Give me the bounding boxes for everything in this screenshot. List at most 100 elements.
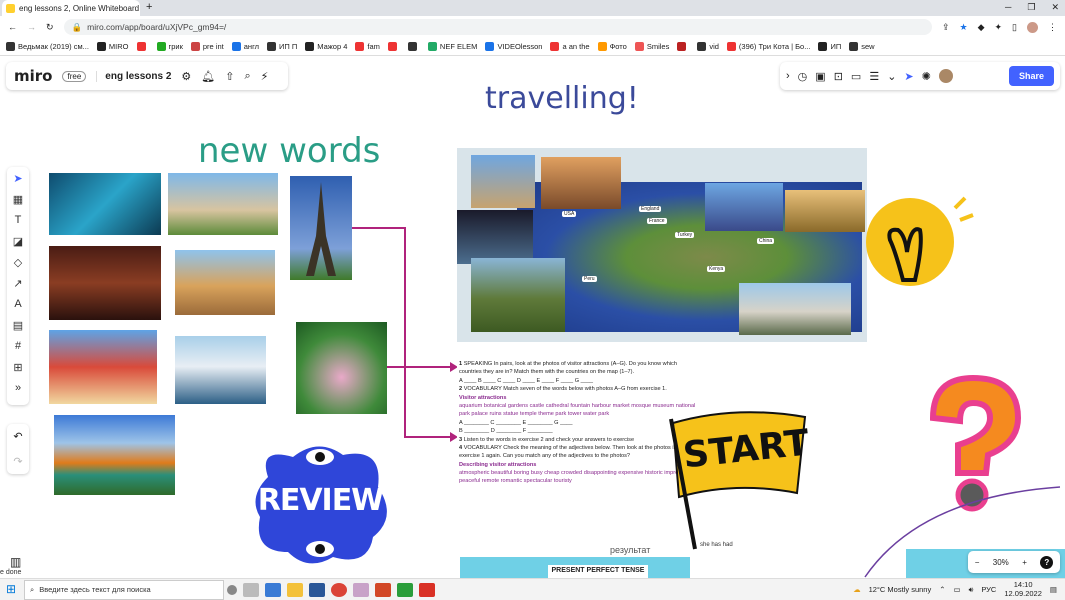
grammar-card[interactable]: PRESENT PERFECT TENSE: [460, 557, 690, 578]
bookmark-item[interactable]: MIRO: [96, 42, 129, 51]
start-flag-sticker[interactable]: START: [665, 409, 815, 554]
bookmark-item[interactable]: Фото: [597, 42, 627, 51]
comment-icon[interactable]: ▭: [851, 70, 861, 83]
notes-icon[interactable]: ☰: [869, 70, 879, 83]
bookmark-item[interactable]: ИП П: [267, 42, 297, 51]
bookmark-item[interactable]: грик: [156, 42, 183, 51]
url-field[interactable]: 🔒 miro.com/app/board/uXjVPc_gm94=/: [63, 19, 932, 35]
extension-icon[interactable]: ◆: [978, 22, 985, 33]
castle-photo[interactable]: [49, 330, 157, 404]
taskbar-search-box[interactable]: ⌕ Введите здесь текст для поиска: [24, 579, 224, 600]
puzzle-icon[interactable]: ✦: [995, 22, 1003, 33]
bookmark-item[interactable]: Smiles: [634, 42, 669, 51]
reload-icon[interactable]: ↻: [46, 22, 54, 33]
maximize-icon[interactable]: ❐: [1027, 2, 1035, 13]
bookmark-item[interactable]: [136, 42, 149, 51]
paint-icon[interactable]: [353, 582, 369, 597]
windows-start-icon[interactable]: ⊞: [6, 582, 16, 596]
star-icon[interactable]: ★: [960, 22, 968, 33]
share-page-icon[interactable]: ⇪: [942, 22, 950, 33]
present-icon[interactable]: ▣: [815, 70, 825, 83]
word-icon[interactable]: [309, 582, 325, 597]
worksheet[interactable]: 1 SPEAKING In pairs, look at the photos …: [457, 360, 697, 508]
miro-board-canvas[interactable]: miro free eng lessons 2 ⚙ 🔔︎ ⇧ ⌕ ⚡︎ › ◷ …: [0, 57, 1065, 578]
select-cursor-icon[interactable]: ➤: [11, 171, 25, 185]
temple-photo[interactable]: [175, 250, 275, 315]
settings-icon[interactable]: ⚙: [181, 70, 191, 83]
help-button[interactable]: ?: [1040, 555, 1054, 569]
bookmark-item[interactable]: [407, 42, 420, 51]
aquarium-photo[interactable]: [49, 173, 161, 235]
bookmark-item[interactable]: англ: [231, 42, 259, 51]
board-name[interactable]: eng lessons 2: [96, 70, 171, 82]
theme-park-photo[interactable]: [168, 173, 278, 235]
forward-icon[interactable]: →: [27, 22, 36, 32]
comment-tool-icon[interactable]: ▤: [11, 318, 25, 332]
network-icon[interactable]: ▭: [954, 585, 961, 594]
plan-badge[interactable]: free: [62, 70, 87, 82]
celebrate-icon[interactable]: ✺: [922, 70, 931, 83]
upload-tool-icon[interactable]: ⊞: [11, 360, 25, 374]
clock[interactable]: 14:10 12.09.2022: [1004, 580, 1042, 598]
bell-icon[interactable]: 🔔︎: [201, 70, 215, 83]
export-icon[interactable]: ⊡: [834, 70, 843, 83]
zoom-level[interactable]: 30%: [993, 558, 1009, 567]
menu-icon[interactable]: ⋮: [1048, 22, 1057, 33]
text-tool-icon[interactable]: T: [11, 213, 25, 227]
profile-avatar[interactable]: [1027, 21, 1038, 33]
volume-icon[interactable]: 🔊︎: [969, 585, 974, 595]
review-sticker[interactable]: REVIEW: [248, 437, 393, 569]
weather-text[interactable]: 12°C Mostly sunny: [869, 585, 932, 594]
bookmark-item[interactable]: [387, 42, 400, 51]
bookmark-item[interactable]: vid: [697, 42, 719, 51]
back-icon[interactable]: ←: [8, 22, 17, 32]
tab-active[interactable]: eng lessons 2, Online Whiteboard ✕: [2, 0, 140, 16]
zoom-out-button[interactable]: −: [975, 558, 980, 567]
redo-icon[interactable]: ↷: [13, 455, 22, 468]
zoom-in-button[interactable]: +: [1022, 558, 1027, 567]
miro-logo[interactable]: miro: [14, 67, 52, 85]
bookmark-item[interactable]: NEF ELEM: [427, 42, 477, 51]
minimize-icon[interactable]: ─: [1005, 2, 1011, 13]
board-panel-icon[interactable]: ▥: [10, 555, 21, 569]
new-tab-button[interactable]: +: [146, 1, 152, 13]
lightbulb-sticker[interactable]: [865, 190, 975, 290]
timer-icon[interactable]: ◷: [798, 70, 808, 83]
store-icon[interactable]: [265, 582, 281, 597]
connector-icon[interactable]: ↗: [11, 276, 25, 290]
lightning-icon[interactable]: ⚡︎: [261, 70, 269, 83]
frame-icon[interactable]: #: [11, 339, 25, 353]
close-window-icon[interactable]: ✕: [1051, 2, 1059, 13]
powerpoint-icon[interactable]: [375, 582, 391, 597]
sticky-note-icon[interactable]: ◪: [11, 234, 25, 248]
app-icon[interactable]: [397, 582, 413, 597]
acrobat-icon[interactable]: [419, 582, 435, 597]
chrome-icon[interactable]: [331, 582, 347, 597]
pen-icon[interactable]: A: [11, 297, 25, 311]
tray-arrow-icon[interactable]: ⌃: [939, 585, 945, 594]
national-park-photo[interactable]: [54, 415, 175, 495]
upload-icon[interactable]: ⇧: [225, 70, 234, 83]
bookmark-item[interactable]: VIDEOlesson: [485, 42, 542, 51]
bookmark-item[interactable]: sew: [849, 42, 875, 51]
bookmark-item[interactable]: [677, 42, 689, 51]
task-view-icon[interactable]: [243, 582, 259, 597]
bookmark-item[interactable]: (396) Три Кота | Бо...: [726, 42, 810, 51]
undo-icon[interactable]: ↶: [13, 430, 22, 443]
notifications-icon[interactable]: ▤: [1050, 585, 1057, 594]
bookmark-item[interactable]: pre int: [190, 42, 224, 51]
bookmark-item[interactable]: Мажор 4: [305, 42, 347, 51]
bookmark-item[interactable]: ИП: [818, 42, 841, 51]
bookmark-item[interactable]: fam: [355, 42, 380, 51]
more-tools-icon[interactable]: »: [11, 381, 25, 395]
chevron-right-icon[interactable]: ›: [786, 70, 790, 82]
search-icon[interactable]: ⌕: [244, 70, 250, 83]
templates-icon[interactable]: ▦: [11, 192, 25, 206]
cursor-icon[interactable]: ➤: [904, 70, 913, 83]
sidebar-icon[interactable]: ▯: [1012, 22, 1017, 33]
language-indicator[interactable]: РУС: [981, 585, 996, 594]
harbour-photo[interactable]: [175, 336, 266, 404]
explorer-icon[interactable]: [287, 582, 303, 597]
bookmark-item[interactable]: a an the: [550, 42, 590, 51]
user-avatar[interactable]: [938, 69, 953, 83]
